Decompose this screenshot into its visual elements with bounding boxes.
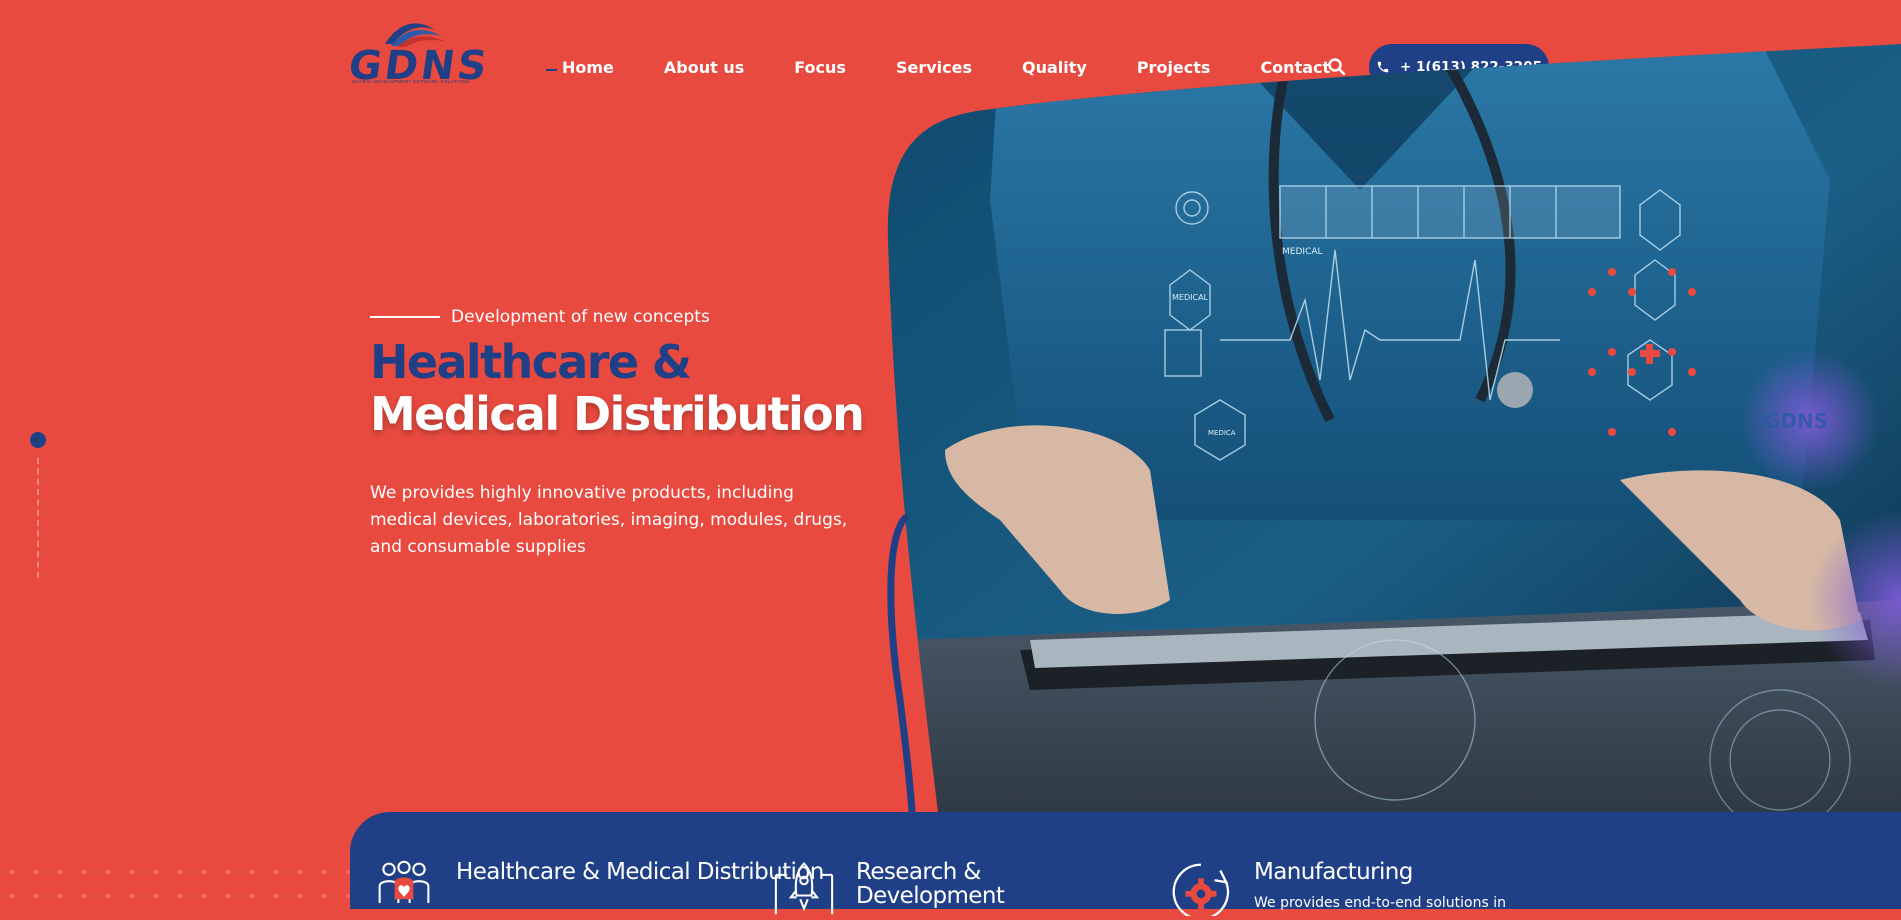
pager-track bbox=[37, 458, 39, 578]
hero-watermark-logo: GDNS bbox=[1764, 409, 1828, 433]
brand-logo[interactable]: GDNS GLOBAL DEVELOPMENT NETWORK SOLUTION… bbox=[346, 16, 493, 89]
eyebrow-text: Development of new concepts bbox=[451, 307, 710, 327]
nav-quality[interactable]: Quality bbox=[1022, 58, 1087, 77]
main-navigation: Home About us Focus Services Quality Pro… bbox=[546, 55, 1330, 79]
phone-icon bbox=[1377, 61, 1389, 73]
nav-projects[interactable]: Projects bbox=[1137, 58, 1211, 77]
phone-call-button[interactable]: + 1(613) 822-3205 bbox=[1369, 44, 1549, 90]
dots-pattern bbox=[0, 860, 350, 909]
hologram-medical-label-3: MEDICA bbox=[1208, 429, 1236, 437]
search-button[interactable] bbox=[1327, 57, 1347, 77]
rocket-icon bbox=[774, 862, 834, 915]
eyebrow-line bbox=[370, 316, 440, 318]
nav-contact[interactable]: Contact bbox=[1260, 58, 1330, 77]
gear-icon bbox=[1172, 863, 1230, 916]
nav-focus[interactable]: Focus bbox=[794, 58, 846, 77]
hologram-medical-label-2: MEDICAL bbox=[1282, 247, 1323, 257]
nav-about-us[interactable]: About us bbox=[664, 58, 744, 77]
team-icon bbox=[378, 860, 430, 903]
hero-image: MEDICAL MEDICAL MEDICA GDNS bbox=[887, 44, 1901, 816]
hero-eyebrow: Development of new concepts bbox=[370, 307, 710, 327]
hero-title: Healthcare & Medical Distribution bbox=[370, 335, 865, 441]
service-title-healthcare: Healthcare & Medical Distribution bbox=[456, 859, 824, 885]
service-title-research: Research & Development bbox=[856, 859, 1005, 909]
search-icon bbox=[1328, 58, 1346, 76]
hero-description: We provides highly innovative products, … bbox=[370, 483, 848, 557]
pager-dot-active[interactable] bbox=[30, 432, 46, 448]
logo-tagline: GLOBAL DEVELOPMENT NETWORK SOLUTIONS bbox=[352, 79, 470, 84]
phone-number: + 1(613) 822-3205 bbox=[1400, 59, 1542, 75]
hero-title-line-1: Healthcare & bbox=[370, 335, 692, 389]
hero-title-line-2: Medical Distribution bbox=[370, 387, 865, 441]
hologram-medical-label-1: MEDICAL bbox=[1172, 293, 1209, 302]
service-title-manufacturing: Manufacturing bbox=[1254, 859, 1413, 885]
nav-home[interactable]: Home bbox=[546, 58, 614, 77]
slide-pager bbox=[30, 432, 46, 582]
nav-services[interactable]: Services bbox=[896, 58, 972, 77]
